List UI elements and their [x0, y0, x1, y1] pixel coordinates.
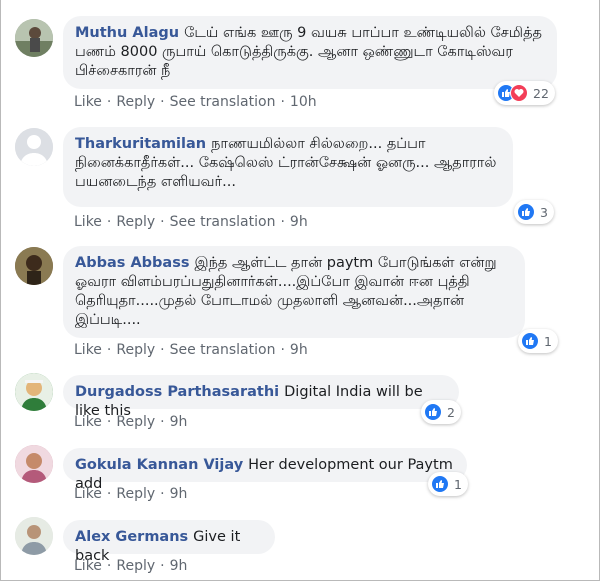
- reaction-summary[interactable]: 1: [518, 329, 558, 353]
- like-link[interactable]: Like: [74, 486, 102, 502]
- separator: ·: [280, 342, 285, 358]
- avatar[interactable]: [15, 19, 53, 57]
- comment-author[interactable]: Abbas Abbass: [75, 255, 189, 271]
- comment-bubble: Muthu Alagu டேய் எங்க ஊரு 9 வயசு பாப்பா உ…: [63, 16, 557, 89]
- comment-bubble: Abbas Abbass இந்த ஆள்ட்ட தான் paytm போடுங…: [63, 246, 525, 338]
- comment-bubble: Alex Germans Give it back: [63, 520, 275, 564]
- like-icon: [424, 403, 442, 421]
- comment-author[interactable]: Muthu Alagu: [75, 25, 179, 41]
- comment-actions: Like · Reply · 9h: [74, 558, 187, 574]
- love-icon: [510, 84, 528, 102]
- avatar[interactable]: [15, 128, 53, 166]
- reply-link[interactable]: Reply: [116, 214, 155, 230]
- reaction-summary[interactable]: 22: [494, 81, 555, 105]
- like-link[interactable]: Like: [74, 214, 102, 230]
- timestamp[interactable]: 9h: [290, 342, 308, 358]
- avatar[interactable]: [15, 373, 53, 411]
- timestamp[interactable]: 9h: [170, 414, 188, 430]
- comment-author[interactable]: Tharkuritamilan: [75, 136, 206, 152]
- like-link[interactable]: Like: [74, 94, 102, 110]
- like-icon: [517, 203, 535, 221]
- avatar[interactable]: [15, 445, 53, 483]
- reaction-count: 2: [447, 404, 455, 420]
- separator: ·: [160, 342, 165, 358]
- comment-actions: Like · Reply · 9h: [74, 486, 187, 502]
- reply-link[interactable]: Reply: [116, 558, 155, 574]
- separator: ·: [160, 414, 165, 430]
- reaction-summary[interactable]: 2: [421, 400, 461, 424]
- reaction-count: 1: [454, 476, 462, 492]
- separator: ·: [160, 214, 165, 230]
- separator: ·: [106, 342, 112, 358]
- timestamp[interactable]: 9h: [170, 486, 188, 502]
- separator: ·: [106, 94, 112, 110]
- reaction-count: 1: [544, 333, 552, 349]
- comment-thread: Muthu Alagu டேய் எங்க ஊரு 9 வயசு பாப்பா உ…: [0, 0, 600, 581]
- comment-author[interactable]: Alex Germans: [75, 529, 188, 545]
- like-link[interactable]: Like: [74, 414, 102, 430]
- timestamp[interactable]: 9h: [170, 558, 188, 574]
- reply-link[interactable]: Reply: [116, 94, 155, 110]
- like-link[interactable]: Like: [74, 342, 102, 358]
- comment-bubble: Gokula Kannan Vijay Her development our P…: [63, 448, 467, 492]
- like-link[interactable]: Like: [74, 558, 102, 574]
- separator: ·: [106, 486, 112, 502]
- see-translation-link[interactable]: See translation: [170, 342, 276, 358]
- separator: ·: [160, 94, 165, 110]
- timestamp[interactable]: 10h: [290, 94, 317, 110]
- separator: ·: [106, 558, 112, 574]
- comment-bubble: Durgadoss Parthasarathi Digital India wil…: [63, 375, 459, 419]
- see-translation-link[interactable]: See translation: [170, 94, 276, 110]
- reply-link[interactable]: Reply: [116, 414, 155, 430]
- separator: ·: [106, 214, 112, 230]
- timestamp[interactable]: 9h: [290, 214, 308, 230]
- like-icon: [431, 475, 449, 493]
- comment-actions: Like · Reply · See translation · 9h: [74, 342, 308, 358]
- comment-actions: Like · Reply · 9h: [74, 414, 187, 430]
- reaction-count: 22: [533, 85, 549, 101]
- separator: ·: [160, 558, 165, 574]
- avatar[interactable]: [15, 247, 53, 285]
- comment-author[interactable]: Gokula Kannan Vijay: [75, 457, 243, 473]
- reaction-summary[interactable]: 1: [428, 472, 468, 496]
- reaction-summary[interactable]: 3: [514, 200, 554, 224]
- separator: ·: [280, 214, 285, 230]
- separator: ·: [160, 486, 165, 502]
- reaction-count: 3: [540, 204, 548, 220]
- comment-bubble: Tharkuritamilan நாணயமில்லா சில்லறை... தப்…: [63, 127, 513, 207]
- like-icon: [521, 332, 539, 350]
- comment-actions: Like · Reply · See translation · 9h: [74, 214, 308, 230]
- separator: ·: [106, 414, 112, 430]
- comment-actions: Like · Reply · See translation · 10h: [74, 94, 317, 110]
- avatar[interactable]: [15, 517, 53, 555]
- see-translation-link[interactable]: See translation: [170, 214, 276, 230]
- reply-link[interactable]: Reply: [116, 486, 155, 502]
- separator: ·: [280, 94, 285, 110]
- reply-link[interactable]: Reply: [116, 342, 155, 358]
- comment-author[interactable]: Durgadoss Parthasarathi: [75, 384, 279, 400]
